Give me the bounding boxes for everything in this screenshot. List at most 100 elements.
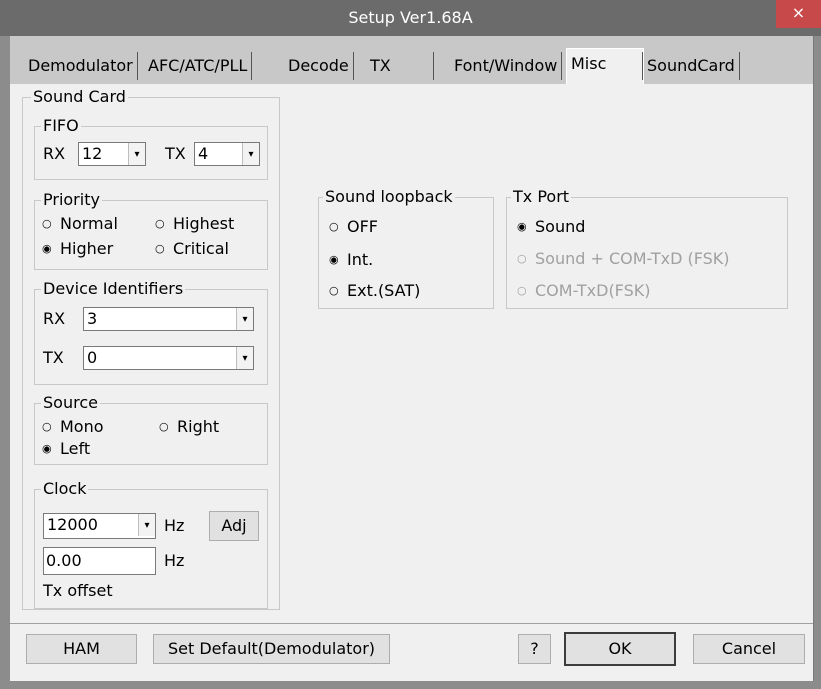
tab-soundcard[interactable]: SoundCard (642, 52, 740, 80)
priority-higher-label: Higher (60, 239, 114, 258)
tx-offset-unit: Hz (164, 551, 185, 570)
device-rx-select[interactable]: 3 ▾ (83, 307, 254, 331)
button-bar: HAM Set Default(Demodulator) ? OK Cancel (10, 624, 813, 681)
close-icon: × (791, 3, 806, 22)
dialog-client: Demodulator AFC/ATC/PLL Decode TX Font/W… (10, 36, 814, 681)
fifo-tx-label: TX (165, 144, 186, 163)
device-identifiers-label: Device Identifiers (41, 279, 186, 299)
chevron-down-icon[interactable]: ▾ (236, 308, 253, 330)
radio-on-icon: ◉ (329, 253, 339, 266)
fifo-rx-value: 12 (82, 144, 103, 163)
priority-higher-radio[interactable]: ◉ Higher (42, 239, 113, 259)
setup-window: Setup Ver1.68A × Demodulator AFC/ATC/PLL… (0, 0, 821, 689)
sound-card-label: Sound Card (31, 87, 128, 107)
radio-on-icon: ◉ (42, 242, 52, 255)
priority-normal-label: Normal (60, 214, 118, 233)
source-label: Source (41, 393, 100, 413)
chevron-down-icon[interactable]: ▾ (242, 143, 259, 165)
title-bar[interactable]: Setup Ver1.68A × (0, 0, 821, 36)
priority-label: Priority (41, 190, 102, 210)
tx-port-sound-fsk-radio: ○ Sound + COM-TxD (FSK) (517, 249, 730, 269)
ham-button[interactable]: HAM (26, 634, 137, 664)
radio-off-icon: ○ (329, 284, 339, 297)
clock-unit: Hz (164, 516, 185, 535)
source-mono-radio[interactable]: ○ Mono (42, 417, 104, 437)
device-rx-value: 3 (87, 309, 98, 328)
clock-label: Clock (41, 479, 89, 499)
ok-button[interactable]: OK (564, 632, 676, 666)
tab-strip: Demodulator AFC/ATC/PLL Decode TX Font/W… (10, 36, 813, 84)
chevron-down-icon[interactable]: ▾ (128, 143, 145, 165)
sound-loopback-group: Sound loopback ○ OFF ◉ Int. ○ Ext.(SAT) (318, 187, 494, 309)
source-left-label: Left (60, 439, 91, 458)
loopback-ext-label: Ext.(SAT) (347, 281, 421, 300)
source-right-radio[interactable]: ○ Right (159, 417, 219, 437)
fifo-tx-value: 4 (198, 144, 209, 163)
device-rx-label: RX (43, 309, 66, 328)
set-default-button[interactable]: Set Default(Demodulator) (153, 634, 390, 664)
tx-port-sound-radio[interactable]: ◉ Sound (517, 217, 585, 237)
chevron-down-icon[interactable]: ▾ (138, 514, 155, 536)
radio-off-icon: ○ (155, 242, 165, 255)
priority-critical-radio[interactable]: ○ Critical (155, 239, 229, 259)
radio-off-icon: ○ (42, 420, 52, 433)
tx-offset-label: Tx offset (43, 581, 113, 600)
fifo-group: FIFO RX 12 ▾ TX 4 ▾ (34, 116, 268, 180)
loopback-int-label: Int. (347, 250, 374, 269)
loopback-off-label: OFF (347, 217, 378, 236)
clock-select[interactable]: 12000 ▾ (43, 513, 156, 539)
fifo-label: FIFO (41, 116, 81, 136)
tab-demodulator[interactable]: Demodulator (24, 52, 138, 80)
window-title: Setup Ver1.68A (348, 8, 473, 27)
source-left-radio[interactable]: ◉ Left (42, 439, 90, 459)
radio-off-icon: ○ (155, 217, 165, 230)
sound-card-group: Sound Card FIFO RX 12 ▾ TX 4 ▾ Priority … (22, 87, 280, 610)
tx-port-sound-fsk-label: Sound + COM-TxD (FSK) (535, 249, 730, 268)
priority-critical-label: Critical (173, 239, 229, 258)
tab-afc-atc-pll[interactable]: AFC/ATC/PLL (144, 52, 253, 80)
clock-group: Clock 12000 ▾ Hz Adj 0.00 Hz Tx offset (34, 479, 268, 609)
radio-off-icon: ○ (42, 217, 52, 230)
device-tx-label: TX (43, 348, 64, 367)
tx-port-com-fsk-label: COM-TxD(FSK) (535, 281, 651, 300)
chevron-down-icon[interactable]: ▾ (236, 347, 253, 369)
loopback-int-radio[interactable]: ◉ Int. (329, 250, 373, 270)
radio-off-icon: ○ (517, 252, 527, 265)
priority-highest-label: Highest (173, 214, 235, 233)
source-group: Source ○ Mono ○ Right ◉ Left (34, 393, 268, 465)
help-button[interactable]: ? (518, 634, 551, 664)
tx-port-sound-label: Sound (535, 217, 586, 236)
cancel-button[interactable]: Cancel (693, 634, 805, 664)
device-tx-value: 0 (87, 348, 98, 367)
radio-on-icon: ◉ (42, 442, 52, 455)
loopback-ext-radio[interactable]: ○ Ext.(SAT) (329, 281, 420, 301)
source-right-label: Right (177, 417, 220, 436)
tx-port-group: Tx Port ◉ Sound ○ Sound + COM-TxD (FSK) ○ C… (506, 187, 788, 309)
fifo-rx-label: RX (43, 144, 66, 163)
priority-highest-radio[interactable]: ○ Highest (155, 214, 234, 234)
device-identifiers-group: Device Identifiers RX 3 ▾ TX 0 ▾ (34, 279, 268, 385)
tx-port-com-fsk-radio: ○ COM-TxD(FSK) (517, 281, 651, 301)
radio-off-icon: ○ (517, 284, 527, 297)
priority-group: Priority ○ Normal ○ Highest ◉ Higher ○ Criti… (34, 190, 268, 270)
loopback-off-radio[interactable]: ○ OFF (329, 217, 378, 237)
tx-offset-value: 0.00 (46, 551, 82, 570)
close-button[interactable]: × (776, 0, 821, 28)
radio-on-icon: ◉ (517, 220, 527, 233)
device-tx-select[interactable]: 0 ▾ (83, 346, 254, 370)
tab-tx[interactable]: TX (366, 52, 434, 80)
sound-loopback-label: Sound loopback (323, 187, 455, 207)
tab-misc[interactable]: Misc (566, 48, 644, 84)
fifo-rx-select[interactable]: 12 ▾ (78, 142, 146, 166)
clock-value: 12000 (47, 515, 98, 534)
tx-offset-input[interactable]: 0.00 (43, 547, 156, 575)
priority-normal-radio[interactable]: ○ Normal (42, 214, 118, 234)
tx-port-label: Tx Port (511, 187, 572, 207)
fifo-tx-select[interactable]: 4 ▾ (194, 142, 260, 166)
radio-off-icon: ○ (329, 220, 339, 233)
tab-decode[interactable]: Decode (284, 52, 354, 80)
radio-off-icon: ○ (159, 420, 169, 433)
adj-button[interactable]: Adj (209, 511, 259, 541)
source-mono-label: Mono (60, 417, 104, 436)
tab-font-window[interactable]: Font/Window (450, 52, 563, 80)
